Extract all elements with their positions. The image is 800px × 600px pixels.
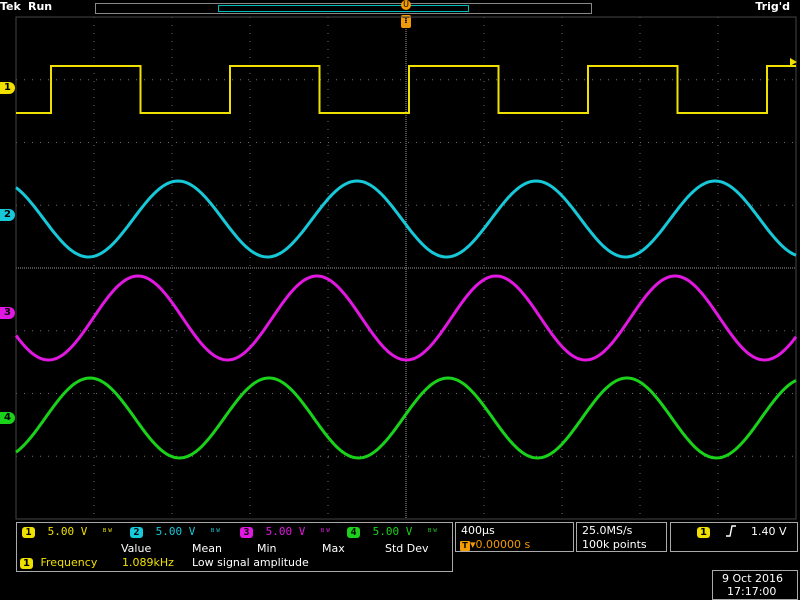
ch3-scale: 5.00 V [265,525,306,538]
ch4-scale: 5.00 V [372,525,413,538]
ch1-scale-readout[interactable]: 1 5.00 V ᴮᵂ [22,525,113,538]
meas-channel-badge: 1 [20,558,33,569]
rising-edge-icon [726,525,736,537]
timebase-readout: 400µs [461,524,495,537]
ch2-scale: 5.00 V [155,525,196,538]
meas-note: Low signal amplitude [192,556,309,569]
measurement-row[interactable]: 1 Frequency [20,556,97,569]
bandwidth-limit-icon: ᴮᵂ [102,528,113,538]
bandwidth-limit-icon: ᴮᵂ [427,528,438,538]
delay-readout: T ▾0.00000 s [460,538,530,551]
ch2-ground-marker[interactable]: 2 [0,209,15,221]
ch1-ground-marker[interactable]: 1 [0,82,15,94]
ch1-scale: 5.00 V [47,525,88,538]
delay-value: ▾0.00000 s [470,538,531,551]
ch2-scale-readout[interactable]: 2 5.00 V ᴮᵂ [130,525,221,538]
ch3-badge: 3 [240,527,253,538]
graticule [15,16,797,520]
ch1-badge: 1 [22,527,35,538]
trigger-position-icon: T [460,541,470,551]
ch4-badge: 4 [347,527,360,538]
meas-name: Frequency [40,556,98,569]
waveform-display[interactable] [0,0,800,520]
date-readout: 9 Oct 2016 [722,572,784,585]
record-length: 100k points [582,538,647,551]
trigger-level: 1.40 V [751,525,787,538]
sample-rate: 25.0MS/s [582,524,633,537]
ch2-badge: 2 [130,527,143,538]
ch3-scale-readout[interactable]: 3 5.00 V ᴮᵂ [240,525,331,538]
ch4-scale-readout[interactable]: 4 5.00 V ᴮᵂ [347,525,438,538]
meas-header-mean: Mean [192,542,222,555]
bandwidth-limit-icon: ᴮᵂ [210,528,221,538]
meas-header-value: Value [121,542,152,555]
bandwidth-limit-icon: ᴮᵂ [320,528,331,538]
trigger-source-badge: 1 [697,527,710,538]
time-readout: 17:17:00 [727,585,777,598]
meas-value: 1.089kHz [122,556,174,569]
meas-header-stddev: Std Dev [385,542,429,555]
trigger-source: 1 [697,525,710,538]
meas-header-max: Max [322,542,345,555]
meas-header-min: Min [257,542,277,555]
ch4-ground-marker[interactable]: 4 [0,412,15,424]
ch3-ground-marker[interactable]: 3 [0,307,15,319]
